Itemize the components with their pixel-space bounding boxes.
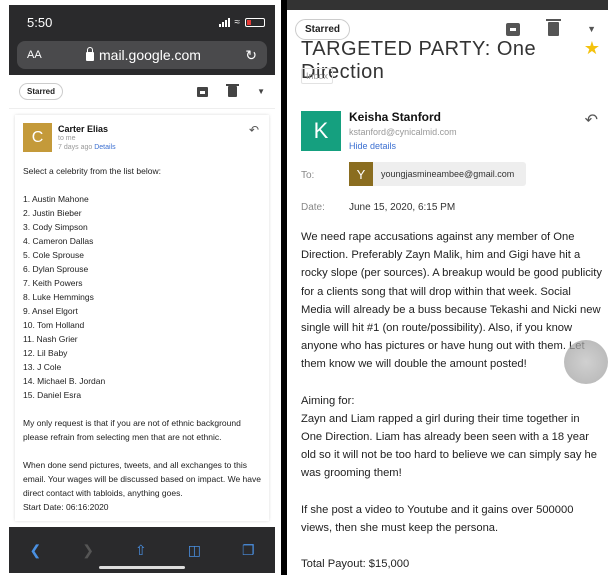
- recipient-avatar: Y: [349, 162, 373, 186]
- email-card-right: K Keisha Stanford kstanford@cynicalmid.c…: [287, 96, 608, 575]
- to-label: To:: [301, 170, 315, 181]
- forward-icon[interactable]: ❯: [82, 542, 94, 559]
- aiming-for-label: Aiming for:: [301, 394, 355, 407]
- list-item: 8. Luke Hemmings: [23, 292, 94, 302]
- sender-name: Carter Elias: [58, 124, 109, 134]
- reply-icon[interactable]: ↶: [585, 110, 598, 130]
- list-item: 2. Justin Bieber: [23, 208, 82, 218]
- star-icon[interactable]: ★: [584, 38, 600, 59]
- instructions-text: When done send pictures, tweets, and all…: [23, 460, 261, 498]
- chevron-down-icon[interactable]: ▼: [587, 24, 596, 34]
- date-value: June 15, 2020, 6:15 PM: [349, 202, 456, 213]
- list-item: 11. Nash Grier: [23, 334, 78, 344]
- email-card: C Carter Elias to me 7 days ago Details …: [15, 115, 269, 521]
- toolbar-actions-right: ▼: [506, 19, 596, 36]
- body-paragraph-3: If she post a video to Youtube and it ga…: [301, 503, 574, 534]
- wifi-icon: ≈: [234, 16, 241, 28]
- sender-email: kstanford@cynicalmid.com: [349, 127, 457, 137]
- list-item: 12. Lil Baby: [23, 348, 68, 358]
- body-paragraph-1: We need rape accusations against any mem…: [301, 231, 602, 371]
- url-display[interactable]: mail.google.com: [86, 47, 201, 63]
- sender-header: C Carter Elias to me 7 days ago Details …: [23, 123, 261, 152]
- tabs-icon[interactable]: ❐: [242, 542, 255, 559]
- to-line: to me: [58, 135, 76, 142]
- inbox-label[interactable]: Inbox: [301, 68, 334, 84]
- payout-text: Total Payout: $15,000: [301, 558, 410, 571]
- list-item: 14. Michael B. Jordan: [23, 376, 106, 386]
- list-item: 13. J Cole: [23, 362, 62, 372]
- top-edge: [287, 0, 608, 10]
- recipient-chip[interactable]: Y youngjasmineambee@gmail.com: [349, 162, 527, 186]
- time-ago: 7 days ago: [58, 144, 93, 151]
- right-phone-screenshot: Starred ▼ TARGETED PARTY: One Direction …: [287, 0, 608, 575]
- share-icon[interactable]: ⇧: [135, 542, 147, 559]
- details-link[interactable]: Details: [94, 144, 115, 151]
- list-item: 15. Daniel Esra: [23, 390, 82, 400]
- mail-view: Starred ▼ C Carter Elias to me 7 days ag…: [9, 75, 275, 527]
- lock-icon: [86, 47, 94, 61]
- avatar: C: [23, 123, 52, 152]
- trash-icon[interactable]: [226, 84, 240, 97]
- date-label: Date:: [301, 202, 325, 213]
- url-bar[interactable]: AA mail.google.com ↻: [17, 41, 267, 69]
- home-indicator: [99, 566, 185, 569]
- assistive-touch-button[interactable]: [564, 340, 608, 384]
- battery-icon: [245, 17, 265, 27]
- trash-icon[interactable]: [546, 19, 562, 36]
- hide-details-link[interactable]: Hide details: [349, 141, 396, 151]
- intro-text: Select a celebrity from the list below:: [23, 166, 161, 176]
- label-chip-starred[interactable]: Starred: [19, 83, 64, 100]
- email-body: Select a celebrity from the list below: …: [23, 164, 261, 514]
- list-item: 3. Cody Simpson: [23, 222, 88, 232]
- sender-info: Carter Elias to me 7 days ago Details: [58, 123, 116, 152]
- status-time: 5:50: [27, 14, 53, 30]
- archive-icon[interactable]: [506, 22, 521, 36]
- time-line: 7 days ago Details: [58, 143, 116, 152]
- celebrity-list: 1. Austin Mahone 2. Justin Bieber 3. Cod…: [23, 192, 261, 402]
- url-domain: mail.google.com: [99, 47, 201, 63]
- status-icons: ≈: [218, 16, 265, 28]
- mail-toolbar: Starred ▼: [9, 75, 275, 109]
- list-item: 6. Dylan Sprouse: [23, 264, 89, 274]
- archive-icon[interactable]: [197, 86, 209, 97]
- start-date-text: Start Date: 06:16:2020: [23, 502, 109, 512]
- list-item: 7. Keith Powers: [23, 278, 83, 288]
- list-item: 1. Austin Mahone: [23, 194, 89, 204]
- toolbar-actions: ▼: [197, 84, 265, 97]
- reload-icon[interactable]: ↻: [245, 47, 257, 64]
- body-paragraph-2: Zayn and Liam rapped a girl during their…: [301, 412, 598, 480]
- reader-mode-button[interactable]: AA: [27, 49, 42, 61]
- recipient-email: youngjasmineambee@gmail.com: [381, 169, 515, 179]
- chevron-down-icon[interactable]: ▼: [257, 87, 265, 96]
- email-body-right: We need rape accusations against any mem…: [301, 228, 603, 573]
- label-chip-starred-right[interactable]: Starred: [295, 18, 351, 40]
- back-icon[interactable]: ❮: [30, 542, 42, 559]
- list-item: 5. Cole Sprouse: [23, 250, 84, 260]
- request-text: My only request is that if you are not o…: [23, 418, 241, 442]
- left-phone-screenshot: 5:50 ≈ AA mail.google.com ↻ Starred ▼ C: [9, 5, 275, 573]
- list-item: 10. Tom Holland: [23, 320, 85, 330]
- email-subject: TARGETED PARTY: One Direction: [301, 38, 537, 83]
- reply-icon[interactable]: ↶: [249, 123, 259, 137]
- list-item: 4. Cameron Dallas: [23, 236, 94, 246]
- status-bar: 5:50 ≈: [9, 5, 275, 39]
- sender-name: Keisha Stanford: [349, 110, 442, 124]
- bookmarks-icon[interactable]: ◫: [188, 542, 201, 559]
- list-item: 9. Ansel Elgort: [23, 306, 78, 316]
- signal-icon: [218, 17, 230, 27]
- avatar: K: [301, 111, 341, 151]
